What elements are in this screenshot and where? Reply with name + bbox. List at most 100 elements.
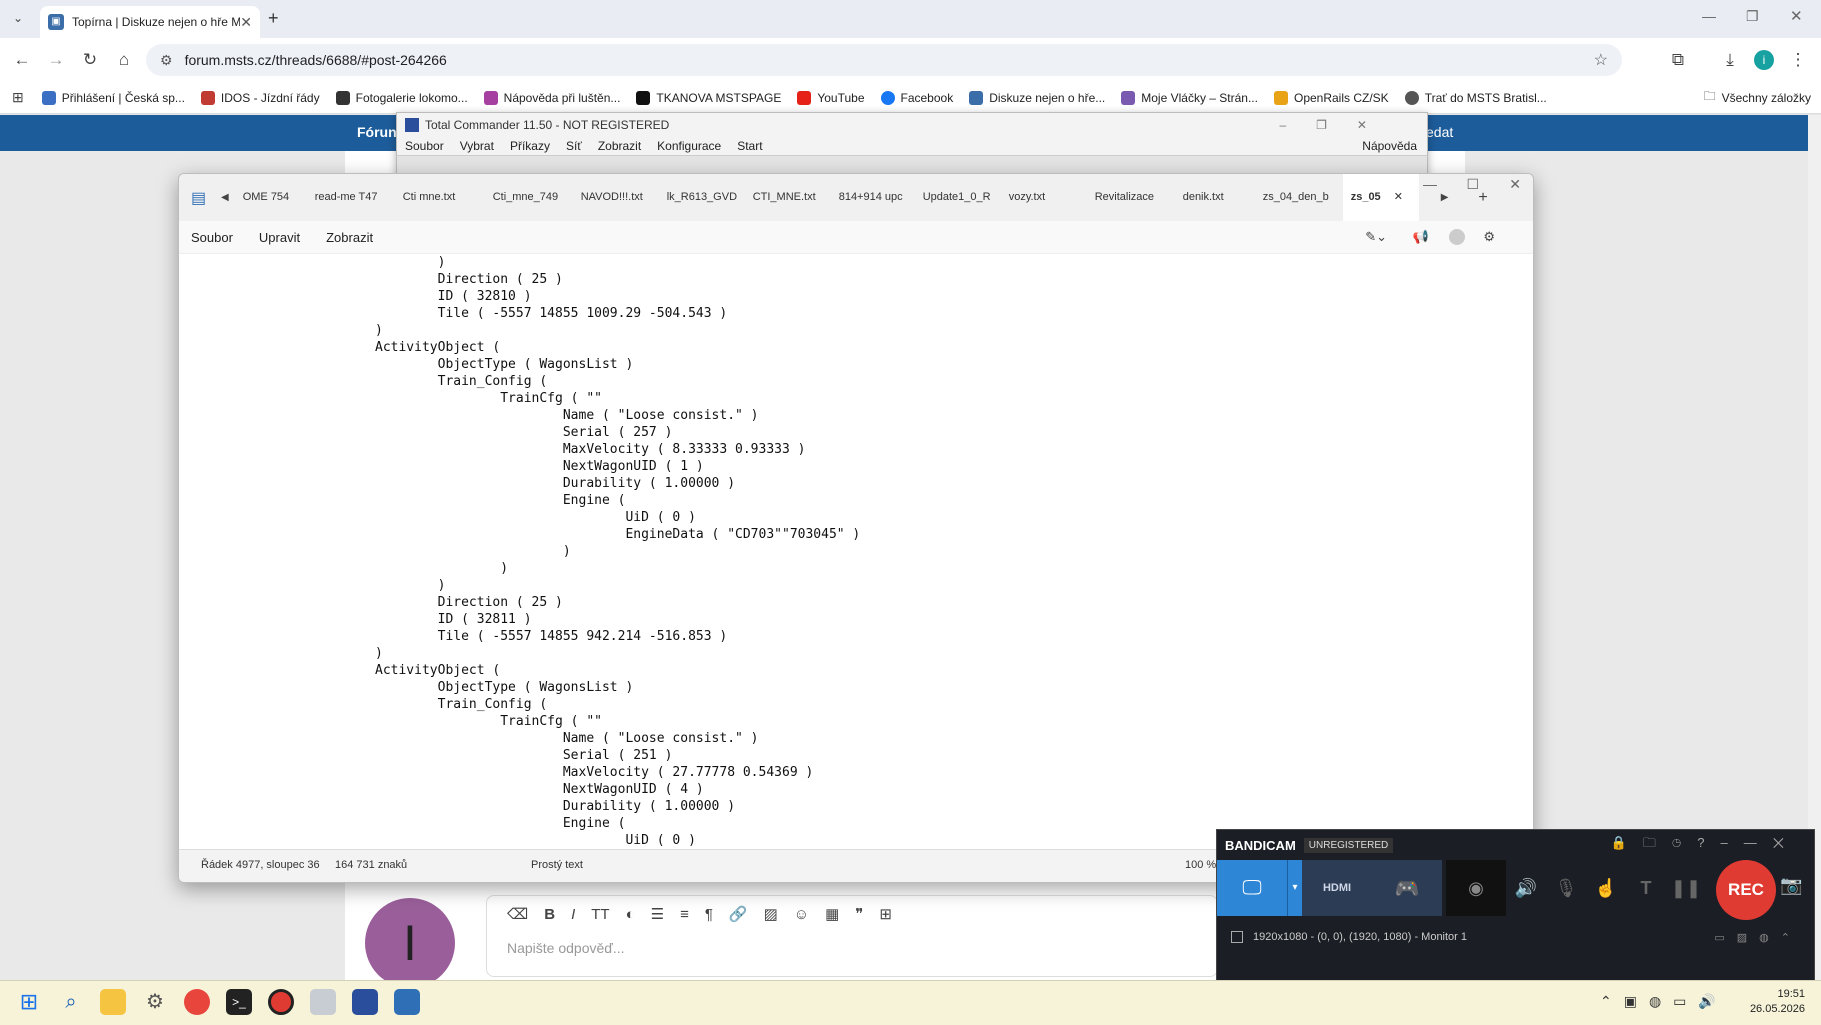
palette-icon[interactable]: ◐	[626, 906, 635, 923]
forward-arrow-icon[interactable]: →	[44, 48, 68, 72]
bookmark-item[interactable]: Nápověda při luštěn...	[483, 90, 620, 105]
bandicam-window[interactable]: BANDICAM UNREGISTERED 🔒🗀◷?–—✕ 🖵 ▾ HDMI 🎮…	[1216, 829, 1815, 982]
new-tab-button[interactable]: +	[268, 8, 279, 29]
text-size-icon[interactable]: TT	[591, 906, 609, 923]
notepad-tab[interactable]: read-me T47	[307, 174, 395, 221]
home-icon[interactable]: ⌂	[112, 48, 136, 72]
notepad-tab[interactable]: Revitalizace	[1087, 174, 1175, 221]
window-app-icon[interactable]	[310, 989, 336, 1015]
minimize-icon[interactable]: —	[1702, 8, 1716, 24]
apps-grid-icon[interactable]: ⊞	[12, 89, 24, 106]
system-tray-icons[interactable]: ⌃▣◍▭🔊	[1600, 993, 1728, 1010]
paragraph-icon[interactable]: ¶	[705, 906, 713, 923]
bookmark-item[interactable]: Moje Vláčky – Strán...	[1121, 90, 1258, 105]
notepad-tab[interactable]: OME 754	[235, 174, 307, 221]
np-menu-soubor[interactable]: Soubor	[191, 230, 233, 245]
menu-dots-icon[interactable]: ⋮	[1786, 48, 1810, 72]
tc-menu-sit[interactable]: Síť	[566, 139, 582, 153]
link-icon[interactable]: 🔗	[729, 905, 748, 923]
bookmark-item[interactable]: Fotogalerie lokomo...	[335, 90, 468, 105]
bookmark-item[interactable]: YouTube	[797, 90, 865, 105]
notepad-window[interactable]: ▤ ◀ OME 754 read-me T47 Cti mne.txt Cti_…	[178, 173, 1534, 883]
close-window-icon[interactable]: ✕	[1790, 7, 1803, 25]
start-windows-icon[interactable]: ⊞	[16, 989, 42, 1015]
notepad-tab[interactable]: vozy.txt	[1001, 174, 1087, 221]
tc-menu-zobrazit[interactable]: Zobrazit	[598, 139, 641, 153]
tc-window-controls[interactable]: –❐✕	[1280, 118, 1398, 132]
restore-icon[interactable]: ❐	[1746, 8, 1759, 25]
reload-icon[interactable]: ↻	[78, 48, 102, 72]
notepad-tab[interactable]: Cti_mne_749	[485, 174, 573, 221]
search-icon[interactable]: ⌕	[58, 989, 84, 1015]
speaker-icon[interactable]: 🔊	[1506, 878, 1546, 899]
bookmark-item[interactable]: OpenRails CZ/SK	[1273, 90, 1389, 105]
np-menu-zobrazit[interactable]: Zobrazit	[326, 230, 373, 245]
bookmark-item[interactable]: IDOS - Jízdní řády	[200, 90, 320, 105]
total-commander-taskbar-icon[interactable]	[352, 989, 378, 1015]
mode-dropdown-icon[interactable]: ▾	[1287, 860, 1302, 916]
text-editor-content[interactable]: ) Direction ( 25 ) ID ( 32810 ) Tile ( -…	[179, 254, 1533, 850]
tab-scroll-left-icon[interactable]: ◀	[221, 192, 229, 203]
download-icon[interactable]: ⤓	[1718, 48, 1742, 72]
list-icon[interactable]: ☰	[651, 905, 664, 923]
bookmark-item[interactable]: Trať do MSTS Bratisl...	[1404, 90, 1547, 105]
notepad-tab[interactable]: zs_04_den_b	[1255, 174, 1343, 221]
notepad-tab[interactable]: 814+914 upc	[831, 174, 915, 221]
browser-tab-active[interactable]: ▣ Topírna | Diskuze nejen o hře M ✕	[40, 6, 260, 38]
rec-button[interactable]: REC	[1716, 860, 1776, 920]
forum-nav-link[interactable]: Fórun	[357, 124, 397, 140]
screenshot-camera-icon[interactable]: 📷	[1780, 875, 1802, 896]
announce-icon[interactable]: 📢	[1413, 229, 1429, 245]
all-bookmarks[interactable]: 🗀 Všechny záložky	[1704, 87, 1811, 108]
image-icon[interactable]: ▨	[764, 905, 778, 923]
italic-icon[interactable]: I	[571, 906, 575, 923]
settings-icon[interactable]: ⚙	[142, 989, 168, 1015]
file-explorer-icon[interactable]	[100, 989, 126, 1015]
screen-mode-icon[interactable]: 🖵	[1217, 860, 1287, 916]
bookmark-star-icon[interactable]: ☆	[1594, 50, 1608, 70]
tc-menu-start[interactable]: Start	[737, 139, 762, 153]
np-minimize-icon[interactable]: —	[1423, 176, 1437, 192]
bookmark-item[interactable]: Facebook	[880, 90, 953, 105]
text-overlay-icon[interactable]: T	[1626, 878, 1666, 899]
chrome-icon[interactable]	[184, 989, 210, 1015]
extensions-icon[interactable]: ⧉	[1666, 48, 1690, 72]
forum-nav-link-right[interactable]: edat	[1426, 124, 1453, 140]
tc-menu-prikazy[interactable]: Příkazy	[510, 139, 550, 153]
tab-close-icon[interactable]: ✕	[240, 14, 252, 31]
game-mode-icon[interactable]: 🎮	[1372, 860, 1442, 916]
notepad-tab-active[interactable]: zs_05 ✕	[1342, 174, 1419, 221]
settings-gear-icon[interactable]: ⚙	[1483, 229, 1495, 245]
tab-search-icon[interactable]: ⌄	[6, 6, 30, 30]
microphone-icon[interactable]: 🎙	[1546, 878, 1586, 899]
reply-input[interactable]: Napište odpověď...	[487, 932, 1217, 964]
webcam-icon[interactable]: ◉	[1446, 860, 1506, 916]
site-info-icon[interactable]: ⚙	[160, 52, 173, 69]
tab-close-icon[interactable]: ✕	[1394, 191, 1403, 203]
notepad-tab[interactable]: CTI_MNE.txt	[745, 174, 831, 221]
tc-menu-napoveda[interactable]: Nápověda	[1362, 139, 1417, 153]
quote-icon[interactable]: ❞	[855, 905, 863, 923]
terminal-icon[interactable]: >_	[226, 989, 252, 1015]
back-arrow-icon[interactable]: ←	[10, 48, 34, 72]
bandicam-controls[interactable]: 🔒🗀◷?–—✕	[1611, 834, 1800, 856]
media-icon[interactable]: ▦	[825, 905, 839, 923]
tab-scroll-right-icon[interactable]: ▶	[1441, 192, 1449, 203]
np-close-icon[interactable]: ✕	[1509, 176, 1521, 193]
notepad-tab[interactable]: denik.txt	[1175, 174, 1255, 221]
bookmark-item[interactable]: Přihlášení | Česká sp...	[41, 90, 185, 105]
notepad-tab[interactable]: Update1_0_R	[915, 174, 1001, 221]
copilot-icon[interactable]: ✎⌄	[1365, 229, 1387, 245]
new-tab-plus-icon[interactable]: +	[1478, 189, 1487, 207]
hdmi-mode-icon[interactable]: HDMI	[1302, 860, 1372, 916]
tc-menu-soubor[interactable]: Soubor	[405, 139, 444, 153]
zoom-level[interactable]: 100 %	[1185, 859, 1216, 871]
table-icon[interactable]: ⊞	[879, 905, 892, 923]
eraser-icon[interactable]: ⌫	[507, 905, 528, 923]
system-clock[interactable]: 19:51 26.05.2026	[1750, 987, 1805, 1017]
reply-editor[interactable]: ⌫ B I TT ◐ ☰ ≡ ¶ 🔗 ▨ ☺ ▦ ❞ ⊞ Napište odp…	[486, 895, 1218, 977]
pause-icon[interactable]: ❚❚	[1666, 878, 1706, 899]
tc-menu-vybrat[interactable]: Vybrat	[460, 139, 494, 153]
bandicam-taskbar-icon[interactable]	[268, 989, 294, 1015]
tc-menu-konfigurace[interactable]: Konfigurace	[657, 139, 721, 153]
